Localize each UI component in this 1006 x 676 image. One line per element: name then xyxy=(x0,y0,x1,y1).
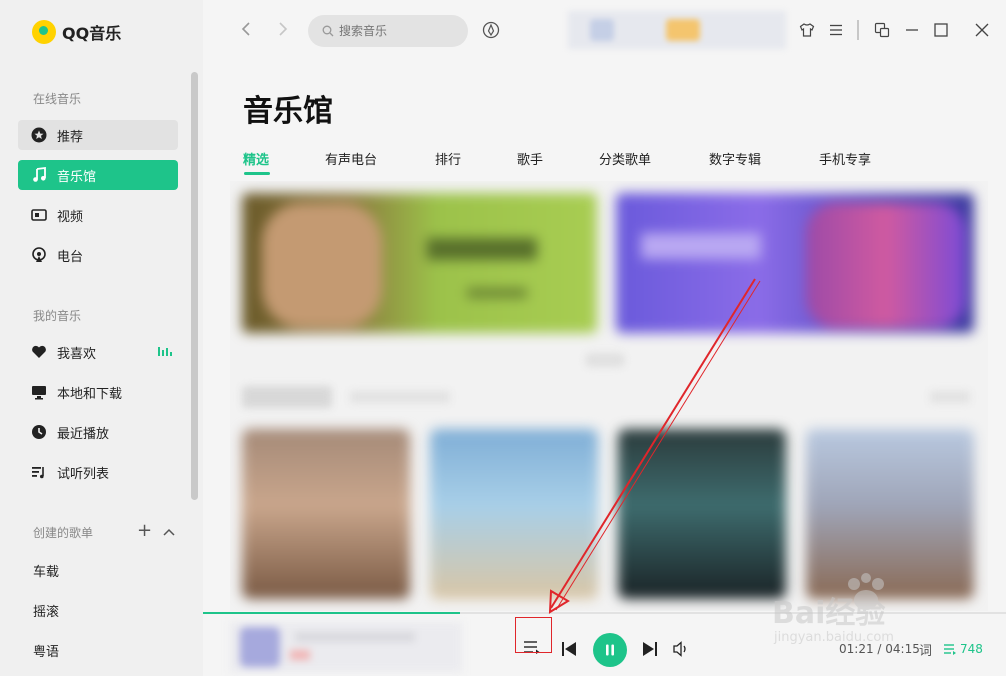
video-icon xyxy=(31,207,47,223)
user-info-area[interactable] xyxy=(568,11,786,49)
sidebar-item-video[interactable]: 视频 xyxy=(18,200,178,230)
minimize-icon[interactable] xyxy=(904,22,920,42)
content-area xyxy=(230,181,988,611)
chevron-up-icon[interactable] xyxy=(162,522,176,541)
tab-featured[interactable]: 精选 xyxy=(243,149,269,168)
playlist-count: 748 xyxy=(960,642,983,656)
watermark-url: jingyan.baidu.com xyxy=(774,630,894,645)
sidebar-item-label: 推荐 xyxy=(57,129,84,145)
pause-button[interactable] xyxy=(593,633,627,667)
tab-digital-albums[interactable]: 数字专辑 xyxy=(709,149,761,168)
sidebar-item-label: 音乐馆 xyxy=(57,169,97,185)
sidebar-item-label: 最近播放 xyxy=(57,426,110,442)
sidebar-item-label: 视频 xyxy=(57,209,84,225)
star-icon xyxy=(31,127,47,143)
section-title-created-playlists: 创建的歌单 xyxy=(33,526,94,540)
sidebar-item-label: 试听列表 xyxy=(57,466,110,482)
playlist-item[interactable]: 车载 xyxy=(33,561,59,580)
app-name: QQ音乐 xyxy=(62,24,122,43)
playlist-card[interactable] xyxy=(430,429,598,599)
playlist-item[interactable]: 摇滚 xyxy=(33,601,59,620)
add-playlist-icon[interactable]: + xyxy=(137,520,152,541)
now-playing-info[interactable] xyxy=(230,622,462,672)
sidebar-item-label: 我喜欢 xyxy=(57,346,97,362)
tab-audio-radio[interactable]: 有声电台 xyxy=(325,149,377,168)
search-icon xyxy=(322,22,334,41)
mini-mode-icon[interactable] xyxy=(874,22,890,42)
section-title-my-music: 我的音乐 xyxy=(33,309,82,323)
playlist-icon xyxy=(31,464,47,480)
close-icon[interactable] xyxy=(974,22,990,42)
carousel-dots[interactable] xyxy=(585,353,625,367)
equalizer-icon xyxy=(158,347,172,356)
sidebar-item-local-download[interactable]: 本地和下载 xyxy=(18,377,178,407)
sidebar-item-trial-list[interactable]: 试听列表 xyxy=(18,457,178,487)
previous-track-icon[interactable] xyxy=(561,641,577,657)
section-subheading xyxy=(350,391,450,403)
app-logo[interactable]: QQ音乐 xyxy=(32,20,121,44)
volume-icon[interactable] xyxy=(673,641,691,657)
section-heading xyxy=(242,386,332,408)
annotation-highlight-box xyxy=(515,617,552,653)
sidebar-item-label: 电台 xyxy=(57,249,84,265)
banner-left[interactable] xyxy=(242,193,597,333)
watermark-logo: Bai经验 jingyan.baidu.com xyxy=(772,570,958,656)
skin-icon[interactable] xyxy=(799,22,815,42)
music-note-icon xyxy=(31,167,47,183)
banner-right[interactable] xyxy=(616,193,974,333)
section-more-link[interactable] xyxy=(930,391,970,403)
sidebar-item-recommend[interactable]: 推荐 xyxy=(18,120,178,150)
tab-category-playlists[interactable]: 分类歌单 xyxy=(599,149,651,168)
search-bar[interactable] xyxy=(308,15,468,47)
computer-icon xyxy=(31,384,47,400)
tab-charts[interactable]: 排行 xyxy=(435,149,461,168)
sidebar-scrollbar[interactable] xyxy=(191,72,198,500)
heart-icon xyxy=(31,344,47,360)
section-title-online: 在线音乐 xyxy=(33,92,82,106)
divider xyxy=(857,20,859,44)
sidebar-item-recent[interactable]: 最近播放 xyxy=(18,417,178,447)
playlist-card[interactable] xyxy=(618,429,786,599)
sidebar-item-favorites[interactable]: 我喜欢 xyxy=(18,337,178,367)
playlist-item[interactable]: 粤语 xyxy=(33,641,59,660)
pause-icon xyxy=(606,644,614,656)
watermark-brand: Bai经验 xyxy=(772,596,886,631)
menu-icon[interactable] xyxy=(828,22,844,42)
next-track-icon[interactable] xyxy=(642,641,658,657)
radio-icon xyxy=(31,247,47,263)
sidebar: QQ音乐 在线音乐 推荐 音乐馆 视频 电台 我的音乐 我喜欢 本地和下载 最近… xyxy=(0,0,203,676)
tab-singers[interactable]: 歌手 xyxy=(517,149,543,168)
search-input[interactable] xyxy=(339,24,449,38)
back-arrow-icon[interactable] xyxy=(240,21,252,42)
forward-arrow-icon[interactable] xyxy=(277,21,289,42)
active-tab-indicator xyxy=(244,172,270,175)
page-title: 音乐馆 xyxy=(243,94,333,129)
playlist-card[interactable] xyxy=(242,429,410,599)
maximize-icon[interactable] xyxy=(933,22,949,42)
tab-mobile-exclusive[interactable]: 手机专享 xyxy=(819,149,871,168)
qq-music-logo-icon xyxy=(32,20,56,44)
sidebar-item-music-hall[interactable]: 音乐馆 xyxy=(18,160,178,190)
voice-search-icon[interactable] xyxy=(482,21,500,43)
sidebar-item-radio[interactable]: 电台 xyxy=(18,240,178,270)
clock-icon xyxy=(31,424,47,440)
sidebar-item-label: 本地和下载 xyxy=(57,386,123,402)
